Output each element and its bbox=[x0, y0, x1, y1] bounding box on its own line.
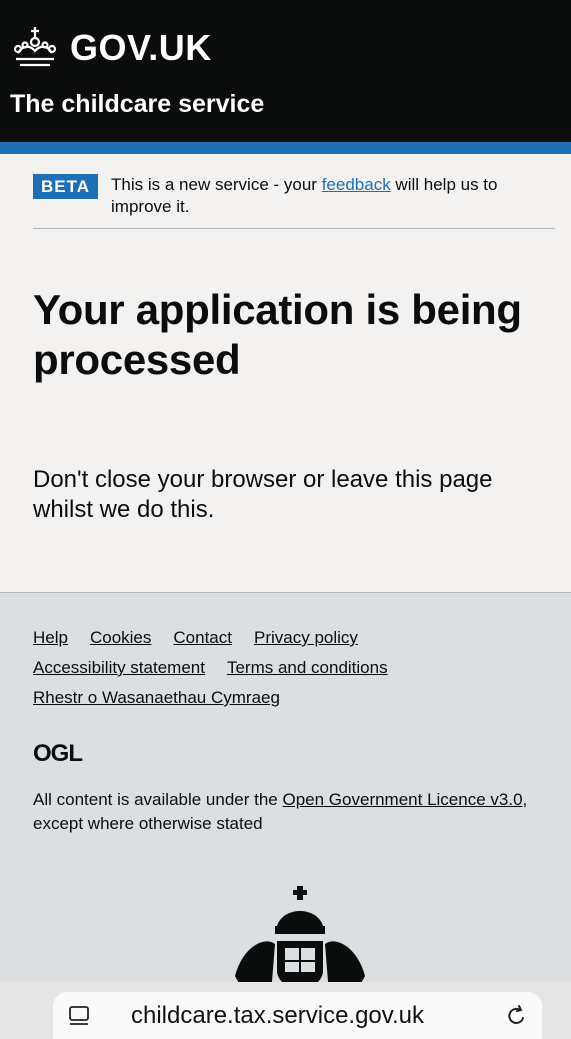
licence-text: All content is available under the Open … bbox=[33, 788, 555, 836]
footer-link-contact[interactable]: Contact bbox=[173, 623, 232, 653]
crown-icon bbox=[13, 27, 57, 67]
footer-link-welsh[interactable]: Rhestr o Wasanaethau Cymraeg bbox=[33, 683, 280, 713]
footer-link-accessibility[interactable]: Accessibility statement bbox=[33, 653, 205, 683]
ogl-logo-text: OGL bbox=[33, 740, 82, 765]
footer-link-privacy[interactable]: Privacy policy bbox=[254, 623, 358, 653]
tabs-icon[interactable] bbox=[67, 1004, 91, 1028]
beta-tag: BETA bbox=[33, 174, 99, 199]
page-body-text: Don't close your browser or leave this p… bbox=[33, 466, 493, 523]
licence-link[interactable]: Open Government Licence v3.0 bbox=[283, 790, 523, 809]
footer-link-terms[interactable]: Terms and conditions bbox=[227, 653, 388, 683]
site-footer: Help Cookies Contact Privacy policy Accessi… bbox=[0, 592, 571, 1039]
footer-links: Help Cookies Contact Privacy policy Accessi… bbox=[33, 623, 555, 713]
reload-icon[interactable] bbox=[506, 1004, 528, 1028]
phase-text-before: This is a new service - your bbox=[111, 175, 322, 194]
service-name-link[interactable]: The childcare service bbox=[10, 90, 264, 119]
footer-link-help[interactable]: Help bbox=[33, 623, 68, 653]
browser-address-bar[interactable]: childcare.tax.service.gov.uk bbox=[53, 992, 542, 1039]
footer-link-cookies[interactable]: Cookies bbox=[90, 623, 151, 653]
govuk-logo-link[interactable]: GOV.UK bbox=[10, 22, 561, 74]
header-blue-bar bbox=[0, 142, 571, 154]
phase-banner: BETA This is a new service - your feedba… bbox=[33, 154, 555, 229]
phase-banner-text: This is a new service - your feedback wi… bbox=[111, 174, 555, 218]
feedback-link[interactable]: feedback bbox=[322, 175, 391, 194]
page-title: Your application is being processed bbox=[33, 286, 522, 383]
url-text[interactable]: childcare.tax.service.gov.uk bbox=[131, 1002, 506, 1030]
site-header: GOV.UK The childcare service bbox=[0, 0, 571, 142]
govuk-wordmark: GOV.UK bbox=[70, 27, 212, 68]
licence-text-before: All content is available under the bbox=[33, 790, 283, 809]
ogl-logo-icon: OGL bbox=[33, 740, 83, 767]
main-content: BETA This is a new service - your feedba… bbox=[0, 154, 571, 525]
